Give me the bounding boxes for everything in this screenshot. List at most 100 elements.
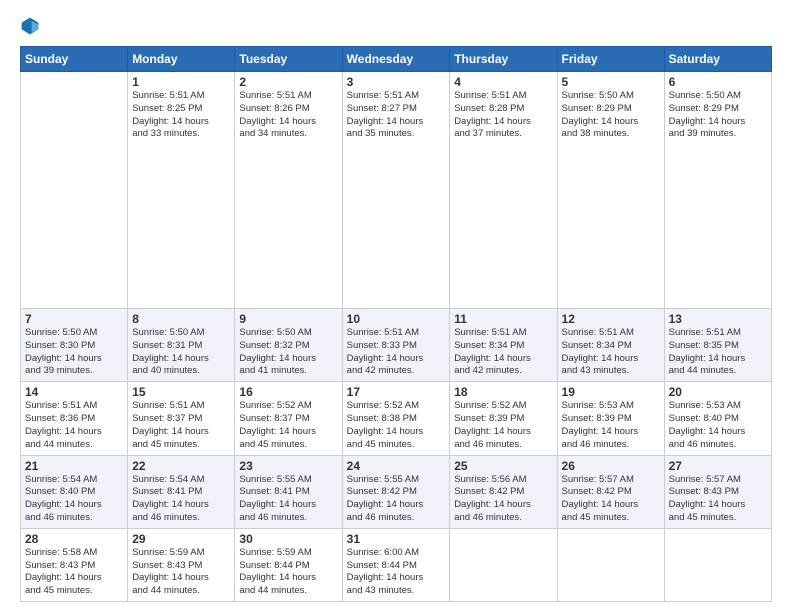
- header: [20, 16, 772, 36]
- day-cell: 17Sunrise: 5:52 AM Sunset: 8:38 PM Dayli…: [342, 382, 450, 455]
- day-cell: 8Sunrise: 5:50 AM Sunset: 8:31 PM Daylig…: [128, 309, 235, 382]
- day-info: Sunrise: 5:55 AM Sunset: 8:41 PM Dayligh…: [239, 474, 337, 525]
- day-number: 13: [669, 312, 767, 326]
- day-info: Sunrise: 5:52 AM Sunset: 8:37 PM Dayligh…: [239, 400, 337, 451]
- day-cell: [664, 528, 771, 601]
- day-number: 8: [132, 312, 230, 326]
- day-number: 25: [454, 459, 552, 473]
- logo-icon: [20, 16, 40, 36]
- day-info: Sunrise: 5:51 AM Sunset: 8:28 PM Dayligh…: [454, 90, 552, 141]
- day-info: Sunrise: 5:59 AM Sunset: 8:44 PM Dayligh…: [239, 547, 337, 598]
- day-cell: 26Sunrise: 5:57 AM Sunset: 8:42 PM Dayli…: [557, 455, 664, 528]
- col-saturday: Saturday: [664, 47, 771, 72]
- day-info: Sunrise: 5:56 AM Sunset: 8:42 PM Dayligh…: [454, 474, 552, 525]
- day-info: Sunrise: 5:52 AM Sunset: 8:38 PM Dayligh…: [347, 400, 446, 451]
- day-number: 17: [347, 385, 446, 399]
- day-cell: 20Sunrise: 5:53 AM Sunset: 8:40 PM Dayli…: [664, 382, 771, 455]
- day-info: Sunrise: 5:54 AM Sunset: 8:41 PM Dayligh…: [132, 474, 230, 525]
- day-number: 20: [669, 385, 767, 399]
- day-cell: 6Sunrise: 5:50 AM Sunset: 8:29 PM Daylig…: [664, 72, 771, 309]
- day-info: Sunrise: 5:51 AM Sunset: 8:35 PM Dayligh…: [669, 327, 767, 378]
- day-cell: [21, 72, 128, 309]
- day-cell: 2Sunrise: 5:51 AM Sunset: 8:26 PM Daylig…: [235, 72, 342, 309]
- day-cell: 5Sunrise: 5:50 AM Sunset: 8:29 PM Daylig…: [557, 72, 664, 309]
- day-info: Sunrise: 5:50 AM Sunset: 8:30 PM Dayligh…: [25, 327, 123, 378]
- day-cell: 30Sunrise: 5:59 AM Sunset: 8:44 PM Dayli…: [235, 528, 342, 601]
- week-row-2: 7Sunrise: 5:50 AM Sunset: 8:30 PM Daylig…: [21, 309, 772, 382]
- week-row-4: 21Sunrise: 5:54 AM Sunset: 8:40 PM Dayli…: [21, 455, 772, 528]
- day-number: 10: [347, 312, 446, 326]
- day-number: 6: [669, 75, 767, 89]
- day-cell: 19Sunrise: 5:53 AM Sunset: 8:39 PM Dayli…: [557, 382, 664, 455]
- day-cell: 25Sunrise: 5:56 AM Sunset: 8:42 PM Dayli…: [450, 455, 557, 528]
- day-info: Sunrise: 5:50 AM Sunset: 8:31 PM Dayligh…: [132, 327, 230, 378]
- day-info: Sunrise: 5:57 AM Sunset: 8:43 PM Dayligh…: [669, 474, 767, 525]
- day-cell: 28Sunrise: 5:58 AM Sunset: 8:43 PM Dayli…: [21, 528, 128, 601]
- col-friday: Friday: [557, 47, 664, 72]
- day-cell: 15Sunrise: 5:51 AM Sunset: 8:37 PM Dayli…: [128, 382, 235, 455]
- day-number: 4: [454, 75, 552, 89]
- day-number: 1: [132, 75, 230, 89]
- day-number: 24: [347, 459, 446, 473]
- day-info: Sunrise: 5:51 AM Sunset: 8:34 PM Dayligh…: [454, 327, 552, 378]
- day-number: 15: [132, 385, 230, 399]
- week-row-3: 14Sunrise: 5:51 AM Sunset: 8:36 PM Dayli…: [21, 382, 772, 455]
- day-cell: 16Sunrise: 5:52 AM Sunset: 8:37 PM Dayli…: [235, 382, 342, 455]
- day-number: 9: [239, 312, 337, 326]
- day-number: 22: [132, 459, 230, 473]
- day-info: Sunrise: 5:51 AM Sunset: 8:36 PM Dayligh…: [25, 400, 123, 451]
- day-number: 27: [669, 459, 767, 473]
- day-cell: 27Sunrise: 5:57 AM Sunset: 8:43 PM Dayli…: [664, 455, 771, 528]
- day-cell: 1Sunrise: 5:51 AM Sunset: 8:25 PM Daylig…: [128, 72, 235, 309]
- day-cell: 22Sunrise: 5:54 AM Sunset: 8:41 PM Dayli…: [128, 455, 235, 528]
- day-cell: 29Sunrise: 5:59 AM Sunset: 8:43 PM Dayli…: [128, 528, 235, 601]
- day-cell: 3Sunrise: 5:51 AM Sunset: 8:27 PM Daylig…: [342, 72, 450, 309]
- day-cell: 31Sunrise: 6:00 AM Sunset: 8:44 PM Dayli…: [342, 528, 450, 601]
- header-row: Sunday Monday Tuesday Wednesday Thursday…: [21, 47, 772, 72]
- day-number: 11: [454, 312, 552, 326]
- day-info: Sunrise: 5:51 AM Sunset: 8:34 PM Dayligh…: [562, 327, 660, 378]
- day-cell: 9Sunrise: 5:50 AM Sunset: 8:32 PM Daylig…: [235, 309, 342, 382]
- day-number: 19: [562, 385, 660, 399]
- day-cell: 4Sunrise: 5:51 AM Sunset: 8:28 PM Daylig…: [450, 72, 557, 309]
- day-cell: 13Sunrise: 5:51 AM Sunset: 8:35 PM Dayli…: [664, 309, 771, 382]
- day-info: Sunrise: 5:57 AM Sunset: 8:42 PM Dayligh…: [562, 474, 660, 525]
- day-info: Sunrise: 5:50 AM Sunset: 8:29 PM Dayligh…: [562, 90, 660, 141]
- col-sunday: Sunday: [21, 47, 128, 72]
- week-row-1: 1Sunrise: 5:51 AM Sunset: 8:25 PM Daylig…: [21, 72, 772, 309]
- day-cell: 24Sunrise: 5:55 AM Sunset: 8:42 PM Dayli…: [342, 455, 450, 528]
- day-info: Sunrise: 5:51 AM Sunset: 8:26 PM Dayligh…: [239, 90, 337, 141]
- col-wednesday: Wednesday: [342, 47, 450, 72]
- day-cell: 11Sunrise: 5:51 AM Sunset: 8:34 PM Dayli…: [450, 309, 557, 382]
- day-number: 14: [25, 385, 123, 399]
- day-info: Sunrise: 5:50 AM Sunset: 8:29 PM Dayligh…: [669, 90, 767, 141]
- day-info: Sunrise: 5:53 AM Sunset: 8:39 PM Dayligh…: [562, 400, 660, 451]
- day-number: 3: [347, 75, 446, 89]
- day-cell: [557, 528, 664, 601]
- day-number: 31: [347, 532, 446, 546]
- col-monday: Monday: [128, 47, 235, 72]
- day-info: Sunrise: 5:50 AM Sunset: 8:32 PM Dayligh…: [239, 327, 337, 378]
- calendar-table: Sunday Monday Tuesday Wednesday Thursday…: [20, 46, 772, 602]
- day-cell: 12Sunrise: 5:51 AM Sunset: 8:34 PM Dayli…: [557, 309, 664, 382]
- day-info: Sunrise: 5:58 AM Sunset: 8:43 PM Dayligh…: [25, 547, 123, 598]
- day-info: Sunrise: 5:59 AM Sunset: 8:43 PM Dayligh…: [132, 547, 230, 598]
- day-cell: 10Sunrise: 5:51 AM Sunset: 8:33 PM Dayli…: [342, 309, 450, 382]
- day-info: Sunrise: 5:52 AM Sunset: 8:39 PM Dayligh…: [454, 400, 552, 451]
- day-number: 7: [25, 312, 123, 326]
- day-info: Sunrise: 6:00 AM Sunset: 8:44 PM Dayligh…: [347, 547, 446, 598]
- day-info: Sunrise: 5:53 AM Sunset: 8:40 PM Dayligh…: [669, 400, 767, 451]
- day-cell: 14Sunrise: 5:51 AM Sunset: 8:36 PM Dayli…: [21, 382, 128, 455]
- col-thursday: Thursday: [450, 47, 557, 72]
- logo: [20, 16, 44, 36]
- day-number: 5: [562, 75, 660, 89]
- day-cell: 18Sunrise: 5:52 AM Sunset: 8:39 PM Dayli…: [450, 382, 557, 455]
- day-number: 29: [132, 532, 230, 546]
- day-info: Sunrise: 5:51 AM Sunset: 8:37 PM Dayligh…: [132, 400, 230, 451]
- day-number: 23: [239, 459, 337, 473]
- day-cell: 21Sunrise: 5:54 AM Sunset: 8:40 PM Dayli…: [21, 455, 128, 528]
- day-number: 18: [454, 385, 552, 399]
- day-cell: [450, 528, 557, 601]
- day-cell: 23Sunrise: 5:55 AM Sunset: 8:41 PM Dayli…: [235, 455, 342, 528]
- day-number: 28: [25, 532, 123, 546]
